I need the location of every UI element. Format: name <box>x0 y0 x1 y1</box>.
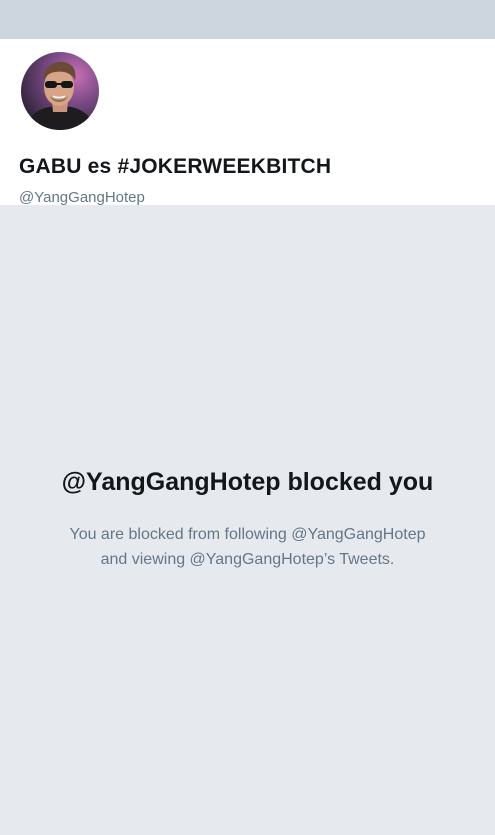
blocked-description-line-1: You are blocked from following @YangGang… <box>69 526 426 543</box>
avatar[interactable] <box>18 49 102 133</box>
display-name: GABU es #JOKERWEEKBITCH <box>19 155 332 178</box>
blocked-description-line-2: and viewing @YangGangHotep’s Tweets. <box>100 551 395 568</box>
profile-handle: @YangGangHotep <box>19 189 145 206</box>
blocked-title: @YangGangHotep blocked you <box>61 468 434 496</box>
profile-page: GABU es #JOKERWEEKBITCH @YangGangHotep @… <box>0 0 495 835</box>
profile-banner[interactable] <box>0 0 495 39</box>
blocked-notice: @YangGangHotep blocked you You are block… <box>0 464 495 572</box>
profile-header: GABU es #JOKERWEEKBITCH @YangGangHotep <box>0 39 495 206</box>
blocked-description: You are blocked from following @YangGang… <box>38 522 458 572</box>
profile-photo-icon <box>21 52 99 130</box>
